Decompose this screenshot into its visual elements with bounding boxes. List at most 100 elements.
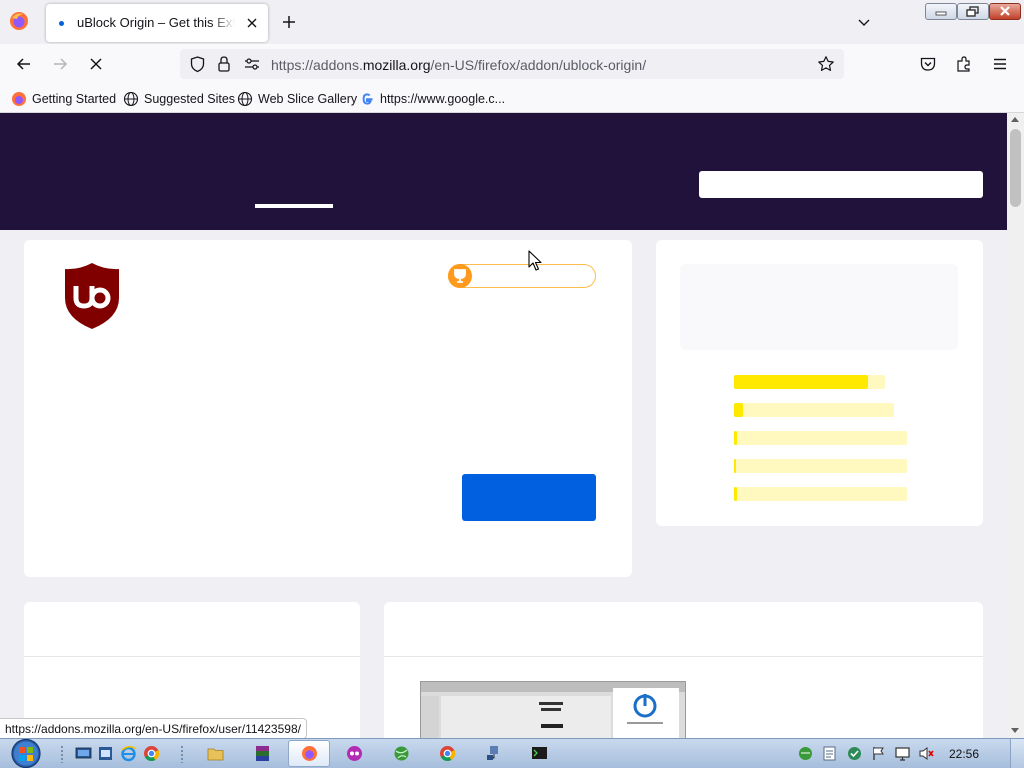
firefox-icon[interactable]: [8, 10, 30, 32]
firefox-icon: [302, 746, 317, 761]
action-center-flag-icon[interactable]: [870, 745, 887, 762]
permissions-icon[interactable]: [244, 57, 260, 71]
chrome-icon[interactable]: [439, 745, 456, 762]
internet-explorer-icon[interactable]: [120, 745, 137, 762]
chrome-icon[interactable]: [143, 745, 160, 762]
tray-network-icon[interactable]: [797, 745, 814, 762]
tracking-protection-shield-icon[interactable]: [189, 55, 206, 73]
stop-loading-icon[interactable]: [87, 55, 105, 73]
rating-summary-placeholder: [680, 264, 958, 350]
addon-info-card: [24, 240, 632, 577]
tab-ublock-origin[interactable]: uBlock Origin – Get this Extension for F…: [46, 4, 268, 42]
rating-bar-fill: [734, 431, 737, 445]
new-tab-icon[interactable]: [280, 13, 298, 31]
close-icon: [1000, 6, 1010, 16]
bookmark-label: Getting Started: [32, 92, 117, 106]
bookmark-label: https://www.google.c...: [380, 92, 506, 106]
taskbar-grip: [60, 745, 64, 763]
screenshot-image: [421, 682, 685, 738]
globe-icon: [123, 91, 139, 107]
page-scrollbar[interactable]: [1007, 113, 1024, 738]
close-window-button[interactable]: [989, 3, 1021, 20]
link-status-url: https://addons.mozilla.org/en-US/firefox…: [0, 718, 307, 739]
bookmarks-toolbar: Getting Started Suggested Sites Web Slic…: [0, 84, 1024, 113]
lock-icon[interactable]: [217, 55, 231, 73]
media-player-icon[interactable]: [346, 745, 363, 762]
rating-bar-5-stars[interactable]: [734, 375, 885, 389]
add-to-firefox-button[interactable]: [462, 474, 596, 521]
rating-bar-fill: [734, 459, 736, 473]
minimize-icon: [935, 11, 947, 16]
show-desktop-quicklaunch-icon[interactable]: [75, 745, 92, 762]
trophy-icon: [448, 264, 472, 288]
back-arrow-icon[interactable]: [15, 55, 33, 73]
scroll-thumb[interactable]: [1010, 129, 1021, 207]
volume-muted-icon[interactable]: [918, 745, 935, 762]
tray-display-icon[interactable]: [894, 745, 911, 762]
url-prefix: https://addons.: [271, 57, 363, 73]
system-clock[interactable]: 22:56: [949, 747, 979, 761]
page-viewport: [0, 113, 1007, 738]
search-input[interactable]: [699, 171, 983, 198]
restore-icon: [966, 6, 979, 17]
network-computer-icon[interactable]: [485, 745, 502, 762]
rating-bar-4-stars[interactable]: [734, 403, 894, 417]
bookmark-getting-started[interactable]: Getting Started: [11, 90, 116, 108]
show-desktop-button[interactable]: [1010, 739, 1024, 768]
rating-bar-fill: [734, 487, 737, 501]
ratings-card: [656, 240, 983, 526]
tray-clipboard-icon[interactable]: [821, 745, 838, 762]
chevron-down-icon[interactable]: [856, 14, 872, 30]
screenshot-thumbnail[interactable]: [420, 681, 686, 738]
rating-bar-3-stars[interactable]: [734, 431, 907, 445]
close-tab-icon[interactable]: [244, 15, 260, 31]
rating-bar-1-stars[interactable]: [734, 487, 907, 501]
bookmark-suggested-sites[interactable]: Suggested Sites: [123, 90, 235, 108]
firefox-icon: [12, 92, 26, 106]
bookmark-web-slice-gallery[interactable]: Web Slice Gallery: [237, 90, 357, 108]
loading-dot-icon: [59, 21, 64, 26]
navigation-toolbar: https://addons.mozilla.org/en-US/firefox…: [0, 44, 1024, 84]
taskbar-grip: [180, 745, 184, 763]
taskbar-firefox-active[interactable]: [288, 740, 330, 767]
rating-bar-fill: [734, 375, 868, 389]
url-domain: mozilla.org: [362, 57, 431, 73]
minimize-button[interactable]: [925, 3, 957, 20]
pocket-icon[interactable]: [919, 55, 937, 73]
scroll-down-arrow-icon[interactable]: [1011, 728, 1019, 733]
rating-bar-fill: [734, 403, 743, 417]
tab-strip: uBlock Origin – Get this Extension for F…: [0, 0, 1024, 44]
address-bar[interactable]: https://addons.mozilla.org/en-US/firefox…: [180, 49, 844, 79]
card-divider: [24, 656, 360, 657]
bookmark-label: Suggested Sites: [144, 92, 236, 106]
hamburger-menu-icon[interactable]: [991, 55, 1009, 73]
mouse-cursor-icon: [528, 250, 542, 271]
windows-taskbar: 22:56: [0, 738, 1024, 768]
network-globe-icon[interactable]: [393, 745, 410, 762]
file-explorer-icon[interactable]: [207, 745, 224, 762]
bookmark-star-icon[interactable]: [817, 55, 835, 73]
windows-start-button[interactable]: [7, 738, 45, 768]
url-text[interactable]: https://addons.mozilla.org/en-US/firefox…: [271, 57, 646, 73]
switch-windows-icon[interactable]: [97, 745, 114, 762]
restore-button[interactable]: [957, 3, 989, 20]
scroll-up-arrow-icon[interactable]: [1011, 117, 1019, 122]
forward-arrow-icon[interactable]: [51, 55, 69, 73]
google-icon: [362, 93, 373, 105]
terminal-icon[interactable]: [531, 745, 548, 762]
extensions-puzzle-icon[interactable]: [955, 55, 973, 73]
screenshots-card: [384, 602, 983, 738]
tab-title: uBlock Origin – Get this Extension for F…: [77, 15, 235, 30]
card-divider: [384, 656, 983, 657]
globe-icon: [237, 91, 253, 107]
url-path: /en-US/firefox/addon/ublock-origin/: [430, 57, 647, 73]
rating-bar-2-stars[interactable]: [734, 459, 907, 473]
winrar-icon[interactable]: [254, 745, 271, 762]
site-header: [0, 113, 1007, 230]
bookmark-google[interactable]: https://www.google.c...: [359, 90, 505, 108]
ublock-origin-logo-icon: [65, 263, 119, 329]
tray-security-icon[interactable]: [846, 745, 863, 762]
active-nav-underline: [255, 204, 333, 208]
bookmark-label: Web Slice Gallery: [258, 92, 358, 106]
recommended-badge[interactable]: [448, 264, 596, 288]
